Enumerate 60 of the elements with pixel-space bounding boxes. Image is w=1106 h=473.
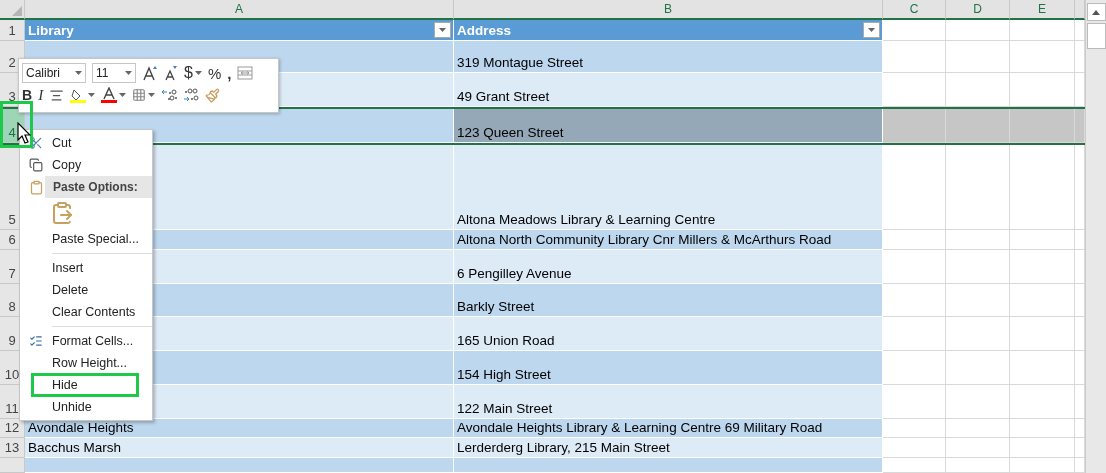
increase-decimal-icon[interactable] [161,87,178,103]
column-header[interactable]: D [946,0,1010,20]
clipboard-icon [28,179,44,195]
fill-color-button[interactable] [70,87,96,103]
table-cell: 165 Union Road [454,317,883,352]
font-size-dropdown[interactable]: 11 [92,63,136,83]
caret-icon[interactable] [88,93,96,97]
table-cell: Bacchus Marsh [25,438,454,459]
column-header[interactable]: E [1010,0,1075,20]
percent-button[interactable]: % [207,65,222,81]
format-cells-icon [29,334,43,348]
borders-button[interactable] [132,88,156,102]
caret-icon[interactable] [868,27,875,32]
column-header[interactable]: C [883,0,946,20]
column-header[interactable]: B [454,0,883,20]
decrease-decimal-icon[interactable] [183,87,200,103]
table-cell: 319 Montague Street [454,40,883,74]
column-header[interactable]: A [25,0,454,20]
table-cell: Altona North Community Library Cnr Millers & McArthurs Road [454,230,883,250]
table-cell: 49 Grant Street [454,73,883,108]
up-arrow-icon [1092,9,1100,15]
table-cell: Avondale Heights Library & Learning Centre 69 Military Road [454,418,883,439]
font-name-dropdown[interactable]: Calibri [22,63,86,83]
grow-font-icon[interactable] [142,65,158,81]
table-cell: 123 Queen Street [454,109,883,143]
table-header-cell: Library [25,19,454,41]
table-cell: 6 Pengilley Avenue [454,249,883,284]
row-header[interactable]: 1 [0,19,25,41]
scroll-up-button[interactable] [1086,3,1106,21]
caret-icon[interactable] [75,71,82,75]
table-cell: Barkly Street [454,283,883,318]
italic-button[interactable]: I [38,87,44,103]
row-header[interactable]: 13 [0,438,25,459]
corner-triangle-icon [12,5,22,16]
filter-button[interactable] [434,21,451,38]
table-cell: 154 High Street [454,351,883,385]
currency-button[interactable]: $ [184,65,202,81]
scrollbar-thumb[interactable] [1086,23,1106,49]
bold-button[interactable]: B [22,88,33,102]
caret-icon[interactable] [119,93,127,97]
column-header[interactable] [1075,0,1085,20]
merge-cells-icon[interactable] [237,65,254,81]
table-cell: Lerderderg Library, 215 Main Street [454,438,883,459]
align-center-icon[interactable] [49,87,65,103]
filter-button[interactable] [863,21,880,38]
table-header-cell: Address [454,19,883,41]
copy-icon [29,158,43,172]
caret-icon[interactable] [148,93,156,97]
menu-section-header: Paste Options: [45,176,152,198]
font-color-button[interactable] [101,87,127,103]
scissors-icon [29,136,43,150]
caret-icon[interactable] [125,71,132,75]
caret-icon[interactable] [194,71,202,75]
shrink-font-icon[interactable] [164,65,178,81]
select-all-corner[interactable] [0,0,25,20]
caret-icon[interactable] [439,27,446,32]
table-cell: Altona Meadows Library & Learning Centre [454,144,883,231]
table-cell: 122 Main Street [454,384,883,419]
vertical-scrollbar[interactable] [1085,0,1106,473]
comma-button[interactable]: , [227,65,232,81]
